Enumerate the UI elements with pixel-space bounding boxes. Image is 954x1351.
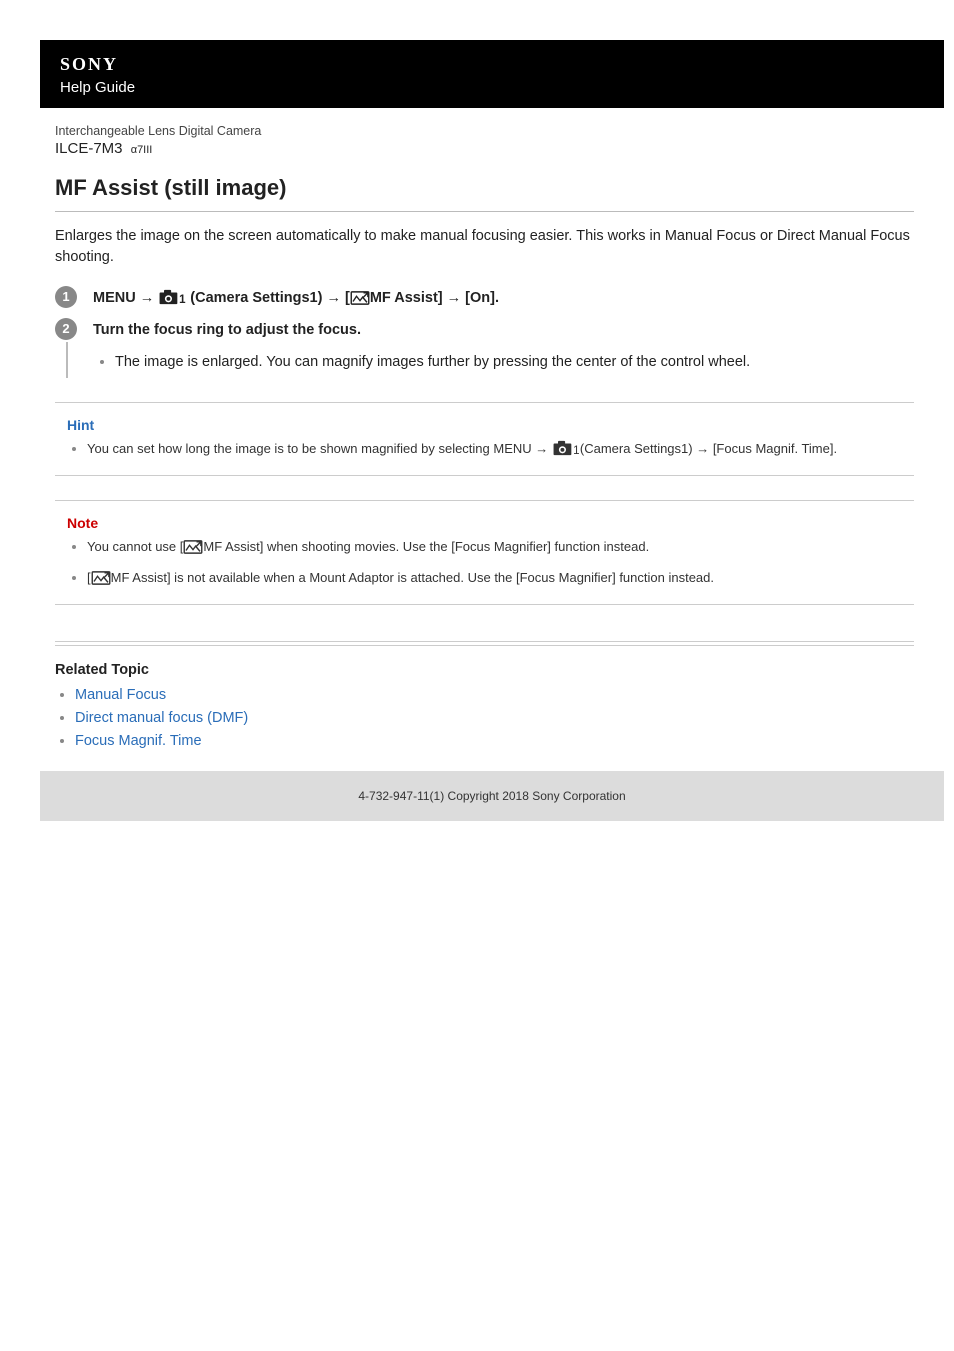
list-item: Direct manual focus (DMF) <box>75 709 914 726</box>
header-bar: SONY Help Guide <box>40 40 944 108</box>
note-item-1: You cannot use [ MF Assist] when shooting… <box>87 537 912 560</box>
step-2-vline <box>66 342 68 378</box>
related-divider-2 <box>55 645 914 646</box>
related-list: Manual Focus Direct manual focus (DMF) F… <box>55 686 914 749</box>
camera-settings1-icon <box>552 440 580 462</box>
related-link-dmf[interactable]: Direct manual focus (DMF) <box>75 710 248 726</box>
model-code: ILCE-7M3 <box>55 140 123 157</box>
product-line: Interchangeable Lens Digital Camera <box>55 124 914 138</box>
brand-logo: SONY <box>60 54 924 75</box>
hint-label: Hint <box>67 417 912 433</box>
camera-settings1-icon <box>158 289 186 313</box>
step1-text-a: MENU → <box>93 290 158 306</box>
step-1-heading: MENU → (Camera Settings1) → [ MF Assist] … <box>93 286 914 313</box>
list-item: Manual Focus <box>75 686 914 703</box>
list-item: Focus Magnif. Time <box>75 732 914 749</box>
main-content: Interchangeable Lens Digital Camera ILCE… <box>0 108 954 749</box>
step-1: 1 MENU → (Camera Settings1) → [ MF Assist… <box>55 286 914 314</box>
related-divider-1 <box>55 641 914 642</box>
related-link-manual-focus[interactable]: Manual Focus <box>75 687 166 703</box>
header-subtitle: Help Guide <box>60 79 924 96</box>
step-2-bullets: The image is enlarged. You can magnify i… <box>93 352 914 374</box>
related-title: Related Topic <box>55 662 914 678</box>
note-box: Note You cannot use [ MF Assist] when sho… <box>55 500 914 605</box>
mf-assist-icon <box>183 540 203 560</box>
step-badge-1: 1 <box>55 286 77 308</box>
note-item-2: [MF Assist] is not available when a Moun… <box>87 568 912 591</box>
model-suffix: α7III <box>131 144 153 156</box>
title-divider <box>55 211 914 212</box>
intro-text: Enlarges the image on the screen automat… <box>55 226 914 268</box>
step1-text-b: (Camera Settings1) → [ <box>186 290 350 306</box>
page-title: MF Assist (still image) <box>55 175 914 201</box>
mf-assist-icon <box>350 290 370 313</box>
step-badge-2: 2 <box>55 318 77 340</box>
note1-b: MF Assist] when shooting movies. Use the… <box>203 539 649 554</box>
hint-text-a: You can set how long the image is to be … <box>87 441 552 456</box>
footer: 4-732-947-11(1) Copyright 2018 Sony Corp… <box>40 771 944 821</box>
hint-item-1: You can set how long the image is to be … <box>87 439 912 462</box>
hint-box: Hint You can set how long the image is t… <box>55 402 914 477</box>
step-2: 2 Turn the focus ring to adjust the focu… <box>55 318 914 374</box>
product-model: ILCE-7M3 α7III <box>55 140 914 157</box>
hint-text-b: (Camera Settings1) → [Focus Magnif. Time… <box>580 441 837 456</box>
step-2-bullet-1: The image is enlarged. You can magnify i… <box>115 352 914 374</box>
step-2-heading: Turn the focus ring to adjust the focus. <box>93 318 914 342</box>
note-label: Note <box>67 515 912 531</box>
note1-a: You cannot use [ <box>87 539 183 554</box>
note2-b: MF Assist] is not available when a Mount… <box>111 570 714 585</box>
step1-text-c: MF Assist] → [On]. <box>370 290 499 306</box>
related-link-focus-magnif-time[interactable]: Focus Magnif. Time <box>75 733 202 749</box>
mf-assist-icon <box>91 571 111 591</box>
